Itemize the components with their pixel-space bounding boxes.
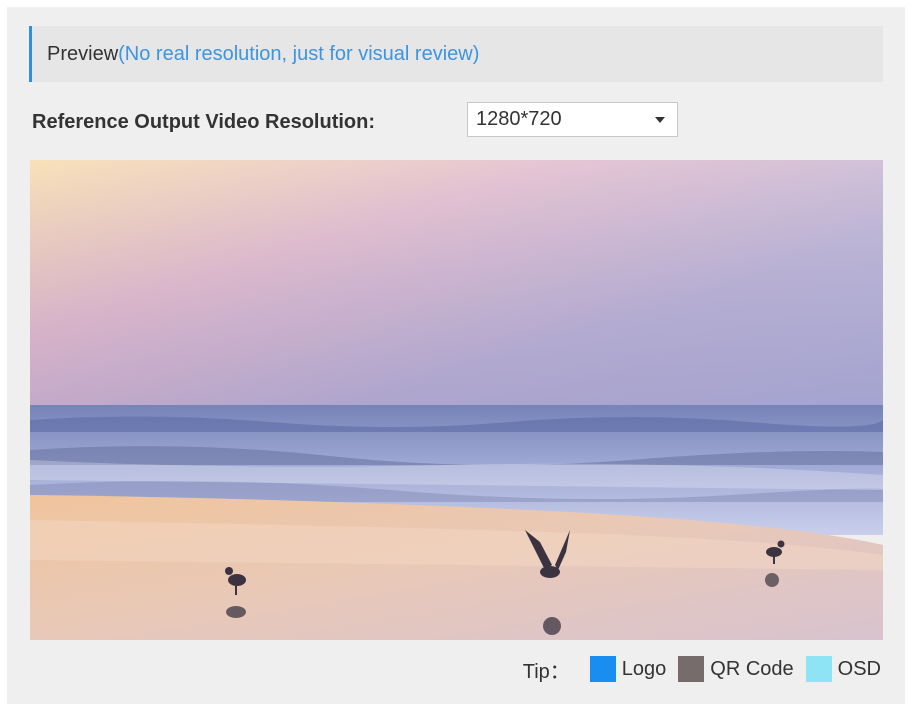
resolution-select[interactable]: 1280*720 (467, 102, 678, 137)
legend-label-qr-code: QR Code (710, 657, 794, 680)
legend-item-logo: Logo (589, 656, 667, 682)
preview-header: Preview (No real resolution, just for vi… (29, 26, 883, 82)
preview-note: (No real resolution, just for visual rev… (118, 42, 480, 65)
legend-item-osd: OSD (805, 656, 881, 682)
preview-title: Preview (47, 42, 119, 65)
tip-label: Tip： (522, 660, 570, 683)
legend: Tip： Logo QR Code OSD (523, 654, 881, 684)
osd-color-swatch (805, 656, 832, 682)
resolution-row: Reference Output Video Resolution: 1280*… (32, 102, 678, 142)
preview-panel: Preview (No real resolution, just for vi… (7, 7, 905, 704)
logo-color-swatch (589, 656, 616, 682)
chevron-down-icon (655, 117, 665, 123)
resolution-label: Reference Output Video Resolution: (32, 110, 375, 133)
resolution-selected-value: 1280*720 (476, 108, 562, 130)
qr-code-color-swatch (678, 656, 705, 682)
preview-image (30, 160, 883, 640)
legend-item-qr-code: QR Code (678, 656, 794, 682)
legend-label-logo: Logo (621, 657, 667, 680)
legend-label-osd: OSD (837, 657, 881, 680)
